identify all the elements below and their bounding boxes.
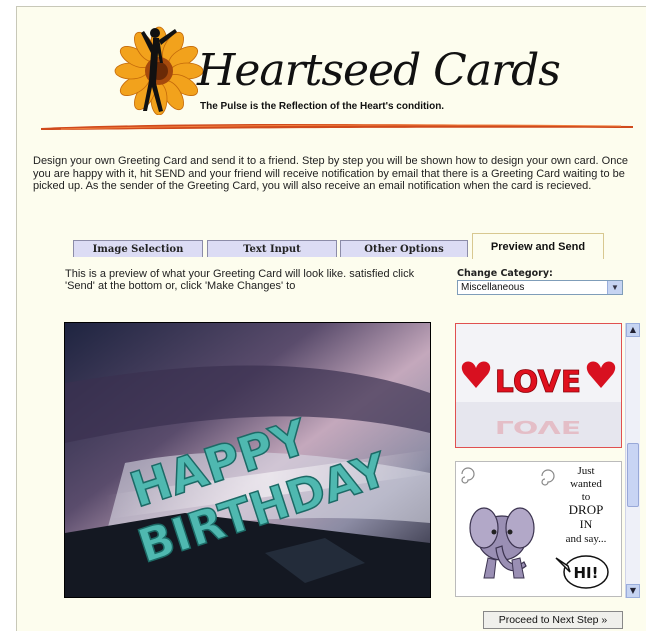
elephant-text-6: and say... bbox=[566, 533, 607, 545]
card-preview-image: HAPPY BIRTHDAY bbox=[64, 322, 431, 598]
preview-instructions: This is a preview of what your Greeting … bbox=[65, 268, 415, 292]
chevron-down-icon[interactable]: ▼ bbox=[626, 584, 640, 598]
page-frame: Heartseed Cards The Pulse is the Reflect… bbox=[16, 6, 646, 631]
tagline: The Pulse is the Reflection of the Heart… bbox=[200, 101, 445, 112]
sunflower-logo-icon bbox=[114, 26, 203, 115]
intro-paragraph: Design your own Greeting Card and send i… bbox=[33, 155, 628, 193]
proceed-next-step-button[interactable]: Proceed to Next Step » bbox=[483, 611, 623, 629]
thumbnail-elephant-card[interactable]: Just wanted to DROP IN and say... HI! bbox=[455, 461, 622, 597]
tab-text-input[interactable]: Text Input bbox=[207, 240, 337, 257]
change-category-label: Change Category: bbox=[457, 268, 553, 279]
elephant-text-5: IN bbox=[580, 517, 593, 531]
category-select[interactable]: Miscellaneous ▼ bbox=[457, 280, 623, 295]
elephant-card-image: Just wanted to DROP IN and say... HI! bbox=[456, 462, 621, 596]
elephant-text-2: wanted bbox=[570, 478, 602, 490]
elephant-text-1: Just bbox=[577, 465, 594, 477]
tab-image-selection[interactable]: Image Selection bbox=[73, 240, 203, 257]
decorative-swoosh bbox=[41, 123, 633, 130]
chevron-up-icon[interactable]: ▲ bbox=[626, 323, 640, 337]
tab-other-options[interactable]: Other Options bbox=[340, 240, 468, 257]
love-text: LOVE bbox=[495, 365, 581, 400]
tab-preview-and-send[interactable]: Preview and Send bbox=[472, 233, 604, 259]
thumbnail-scrollbar[interactable]: ▲ ▼ bbox=[625, 323, 640, 598]
chevron-down-icon[interactable]: ▼ bbox=[607, 281, 622, 294]
thumbnail-love-card[interactable]: LOVE LOVE bbox=[455, 323, 622, 448]
logo-title: Heartseed Cards bbox=[197, 45, 561, 96]
love-card-image: LOVE LOVE bbox=[456, 324, 621, 447]
scrollbar-thumb[interactable] bbox=[627, 443, 639, 507]
category-selected-value: Miscellaneous bbox=[461, 282, 525, 293]
svg-text:LOVE: LOVE bbox=[495, 417, 581, 438]
elephant-text-4: DROP bbox=[569, 502, 604, 517]
thumbnail-list[interactable]: LOVE LOVE Just wanted to DROP IN and say… bbox=[455, 323, 627, 598]
hi-bubble-text: HI! bbox=[574, 564, 599, 582]
